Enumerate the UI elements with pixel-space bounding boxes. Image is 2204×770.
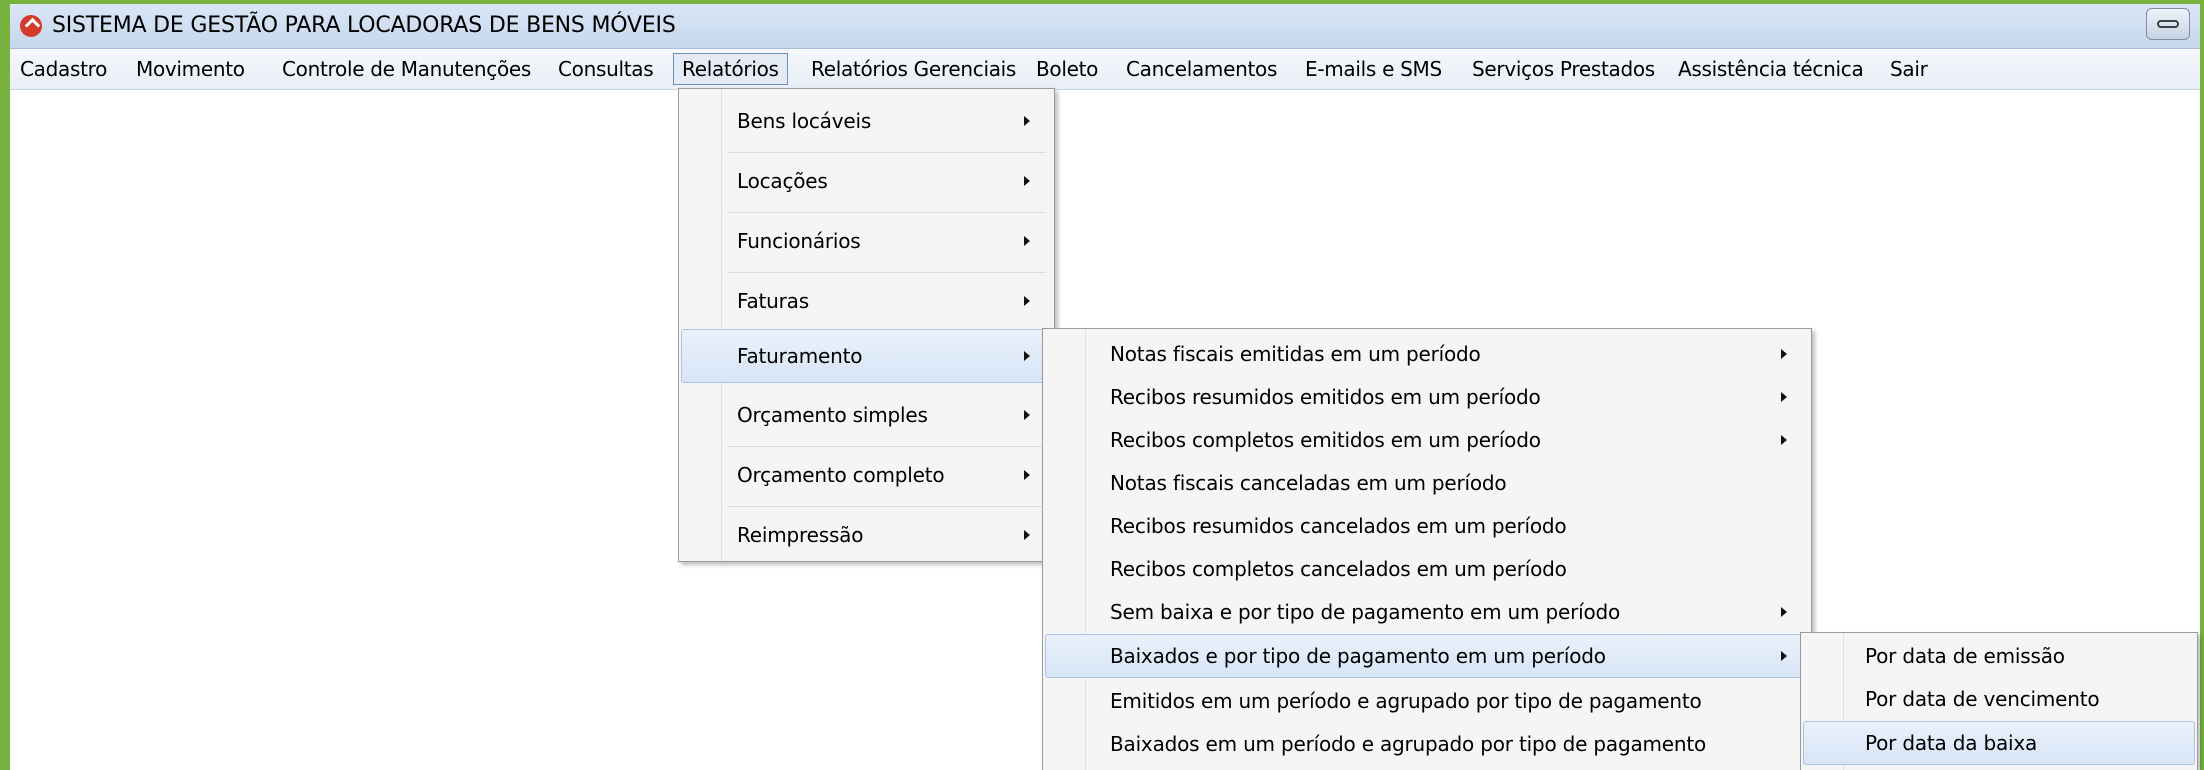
faturamento-submenu: Notas fiscais emitidas em um período Rec…	[1042, 328, 1812, 770]
chevron-right-icon	[1781, 651, 1787, 661]
menu-item-recibos-completos-emitidos[interactable]: Recibos completos emitidos em um período	[1045, 419, 1809, 461]
menu-item-recibos-completos-cancelados[interactable]: Recibos completos cancelados em um perío…	[1045, 548, 1809, 590]
menu-relatorios-gerenciais[interactable]: Relatórios Gerenciais	[803, 53, 1024, 85]
chevron-right-icon	[1024, 470, 1030, 480]
chevron-right-icon	[1024, 410, 1030, 420]
menu-item-reimpressao[interactable]: Reimpressão	[681, 511, 1052, 559]
menu-cancelamentos[interactable]: Cancelamentos	[1118, 53, 1285, 85]
menu-item-funcionarios[interactable]: Funcionários	[681, 217, 1052, 265]
menu-item-baixados-tipo-pagamento[interactable]: Baixados e por tipo de pagamento em um p…	[1045, 634, 1809, 678]
menu-bar: Cadastro Movimento Controle de Manutençõ…	[10, 49, 2200, 90]
menu-item-por-data-vencimento[interactable]: Por data de vencimento	[1803, 678, 2195, 720]
menu-item-faturas[interactable]: Faturas	[681, 277, 1052, 325]
menu-item-notas-fiscais-canceladas[interactable]: Notas fiscais canceladas em um período	[1045, 462, 1809, 504]
menu-item-faturamento[interactable]: Faturamento	[681, 329, 1052, 383]
title-bar: SISTEMA DE GESTÃO PARA LOCADORAS DE BENS…	[10, 4, 2200, 49]
menu-item-locacoes[interactable]: Locações	[681, 157, 1052, 205]
chevron-right-icon	[1024, 530, 1030, 540]
menu-movimento[interactable]: Movimento	[128, 53, 253, 85]
menu-assistencia-tecnica[interactable]: Assistência técnica	[1670, 53, 1871, 85]
chevron-right-icon	[1024, 176, 1030, 186]
menu-item-bens-locaveis[interactable]: Bens locáveis	[681, 97, 1052, 145]
menu-item-baixados-agrupado[interactable]: Baixados em um período e agrupado por ti…	[1045, 723, 1809, 765]
chevron-right-icon	[1781, 607, 1787, 617]
restore-window-button[interactable]	[2146, 8, 2190, 40]
chevron-right-icon	[1024, 236, 1030, 246]
menu-item-notas-fiscais-emitidas[interactable]: Notas fiscais emitidas em um período	[1045, 333, 1809, 375]
menu-item-orcamento-simples[interactable]: Orçamento simples	[681, 391, 1052, 439]
chevron-right-icon	[1781, 349, 1787, 359]
menu-emails-sms[interactable]: E-mails e SMS	[1297, 53, 1450, 85]
menu-controle-manutencoes[interactable]: Controle de Manutenções	[274, 53, 539, 85]
menu-item-recibos-resumidos-cancelados[interactable]: Recibos resumidos cancelados em um perío…	[1045, 505, 1809, 547]
menu-relatorios[interactable]: Relatórios	[673, 53, 788, 85]
app-logo-icon	[20, 15, 42, 37]
window-title: SISTEMA DE GESTÃO PARA LOCADORAS DE BENS…	[52, 13, 676, 38]
chevron-right-icon	[1781, 392, 1787, 402]
menu-sair[interactable]: Sair	[1882, 53, 1936, 85]
menu-item-emitidos-agrupado[interactable]: Emitidos em um período e agrupado por ti…	[1045, 680, 1809, 722]
menu-item-por-data-emissao[interactable]: Por data de emissão	[1803, 635, 2195, 677]
chevron-right-icon	[1024, 116, 1030, 126]
menu-boleto[interactable]: Boleto	[1028, 53, 1106, 85]
baixados-submenu: Por data de emissão Por data de vencimen…	[1800, 632, 2198, 770]
chevron-right-icon	[1024, 351, 1030, 361]
menu-consultas[interactable]: Consultas	[550, 53, 661, 85]
chevron-right-icon	[1024, 296, 1030, 306]
menu-item-orcamento-completo[interactable]: Orçamento completo	[681, 451, 1052, 499]
menu-servicos-prestados[interactable]: Serviços Prestados	[1464, 53, 1663, 85]
menu-item-por-data-baixa[interactable]: Por data da baixa	[1803, 721, 2195, 765]
menu-item-recibos-resumidos-emitidos[interactable]: Recibos resumidos emitidos em um período	[1045, 376, 1809, 418]
menu-cadastro[interactable]: Cadastro	[12, 53, 115, 85]
menu-item-sem-baixa-tipo-pagamento[interactable]: Sem baixa e por tipo de pagamento em um …	[1045, 591, 1809, 633]
relatorios-dropdown: Bens locáveis Locações Funcionários Fatu…	[678, 88, 1055, 562]
chevron-right-icon	[1781, 435, 1787, 445]
